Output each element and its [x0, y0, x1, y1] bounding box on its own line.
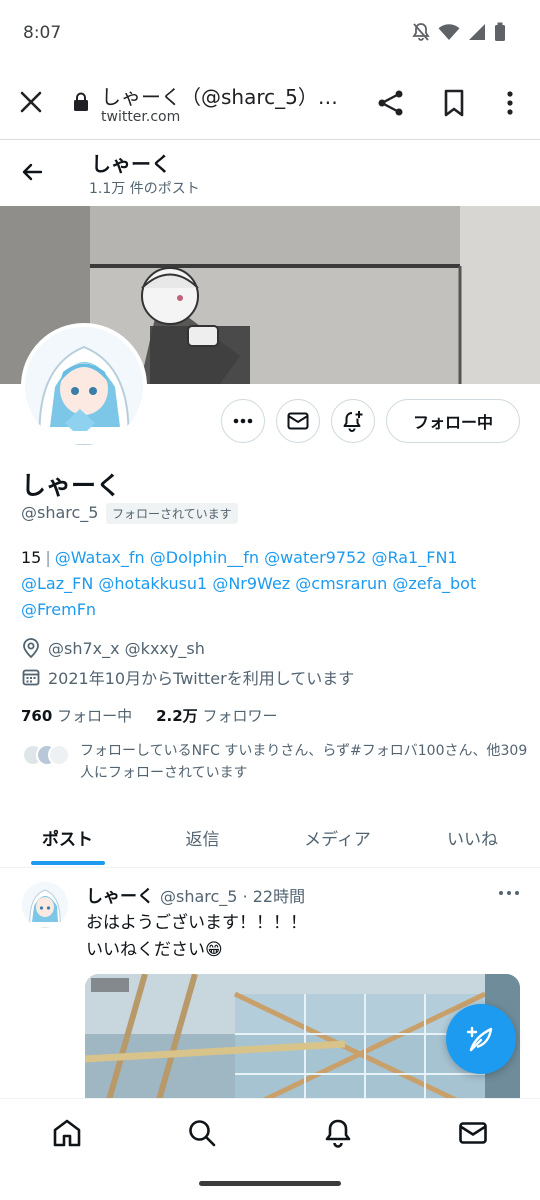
tweet-line: いいねください😁	[86, 940, 223, 960]
close-icon[interactable]	[18, 89, 44, 115]
profile-handle: @sharc_5	[21, 503, 99, 522]
bio-mention[interactable]: @cmsrarun	[295, 574, 387, 593]
status-icons	[412, 22, 506, 42]
bell-plus-icon	[343, 411, 363, 432]
profile-bio: 15 | @Watax_fn @Dolphin__fn @water9752 @Ra…	[21, 545, 526, 623]
back-arrow-icon[interactable]	[20, 160, 44, 184]
signal-icon	[469, 24, 485, 40]
following-count: 760	[21, 707, 53, 725]
tab-media[interactable]: メディア	[270, 808, 405, 867]
followers-label: フォロワー	[202, 707, 278, 725]
mutual-avatar	[48, 744, 70, 766]
post-count: 1.1万 件のポスト	[89, 181, 200, 197]
follows-you-badge: フォローされています	[106, 503, 238, 524]
following-stat[interactable]: 760 フォロー中	[21, 705, 132, 726]
tweet-header: しゃーく @sharc_5 · 22時間	[86, 882, 305, 907]
notify-button[interactable]	[331, 399, 375, 443]
tab-likes[interactable]: いいね	[405, 808, 540, 867]
profile-avatar[interactable]	[21, 323, 147, 449]
gesture-area	[0, 1166, 540, 1200]
tweet-author-name[interactable]: しゃーく	[86, 887, 154, 907]
bio-mention[interactable]: @Dolphin__fn	[150, 548, 259, 567]
gesture-handle[interactable]	[199, 1181, 341, 1186]
profile-location: @sh7x_x @kxxy_sh	[22, 638, 205, 658]
tweet-time: · 22時間	[242, 887, 306, 906]
tweet-more-icon[interactable]	[497, 886, 521, 900]
profile-joined: 2021年10月からTwitterを利用しています	[22, 665, 354, 689]
followers-stat[interactable]: 2.2万 フォロワー	[156, 705, 277, 726]
search-icon[interactable]	[186, 1117, 218, 1149]
page-url: twitter.com	[101, 109, 181, 125]
tab-posts[interactable]: ポスト	[0, 808, 135, 867]
calendar-icon	[22, 669, 40, 686]
avatar-illustration	[25, 327, 143, 445]
bio-mention[interactable]: @hotakkusu1	[98, 574, 207, 593]
custom-tab-toolbar: しゃーく（@sharc_5）… twitter.com	[0, 62, 540, 140]
messages-icon[interactable]	[457, 1117, 489, 1149]
share-icon[interactable]	[377, 89, 405, 117]
bio-prefix: 15	[21, 548, 42, 567]
bio-separator: |	[45, 548, 51, 567]
profile-name: しゃーく	[21, 471, 122, 500]
tweet-author-handle: @sharc_5	[160, 887, 238, 906]
header-name: しゃーく	[91, 152, 171, 176]
status-time: 8:07	[23, 23, 62, 43]
tweet-text: おはようございます！！！！ いいねください😁	[86, 910, 307, 964]
profile-tabs: ポスト 返信 メディア いいね	[0, 808, 540, 868]
followed-by-text: フォローしているNFC すいまりさん、らず#フォロバ100さん、他309人にフォ…	[80, 743, 528, 781]
notifications-off-icon	[412, 23, 430, 41]
bio-mention[interactable]: @Watax_fn	[55, 548, 145, 567]
lock-icon[interactable]	[73, 92, 89, 112]
profile-header: しゃーく 1.1万 件のポスト	[0, 140, 540, 206]
more-options-button[interactable]	[221, 399, 265, 443]
bio-mention[interactable]: @zefa_bot	[392, 574, 476, 593]
bookmark-icon[interactable]	[443, 89, 465, 117]
more-vert-icon[interactable]	[500, 90, 520, 116]
page-title: しゃーく（@sharc_5）…	[101, 85, 338, 109]
battery-icon	[495, 22, 505, 41]
followed-by[interactable]: フォローしているNFC すいまりさん、らず#フォロバ100さん、他309人にフォ…	[22, 740, 527, 784]
mail-icon	[287, 412, 309, 430]
message-button[interactable]	[276, 399, 320, 443]
joined-text: 2021年10月からTwitterを利用しています	[48, 669, 355, 688]
home-icon[interactable]	[51, 1117, 83, 1149]
tab-replies[interactable]: 返信	[135, 808, 270, 867]
profile-stats: 760 フォロー中 2.2万 フォロワー	[21, 705, 277, 726]
followers-count: 2.2万	[156, 707, 198, 725]
bio-mention[interactable]: @Ra1_FN1	[371, 548, 457, 567]
following-button[interactable]: フォロー中	[386, 399, 520, 443]
bottom-nav	[0, 1098, 540, 1166]
tweet-avatar[interactable]	[22, 882, 68, 928]
bio-mention[interactable]: @Laz_FN	[21, 574, 93, 593]
wifi-icon	[438, 24, 460, 40]
bio-mention[interactable]: @water9752	[264, 548, 366, 567]
notifications-icon[interactable]	[322, 1117, 354, 1149]
tweet-line: おはようございます！！！！	[86, 913, 307, 933]
compose-button[interactable]	[446, 1004, 516, 1074]
location-text: @sh7x_x @kxxy_sh	[48, 638, 205, 658]
location-pin-icon	[23, 638, 39, 658]
more-horiz-icon	[233, 418, 253, 424]
compose-feather-icon	[466, 1026, 493, 1052]
following-label: フォロー中	[57, 707, 133, 725]
bio-mention[interactable]: @Nr9Wez	[212, 574, 290, 593]
mutual-avatars	[22, 744, 70, 766]
tweet-avatar-illustration	[22, 882, 68, 928]
bio-mention[interactable]: @FremFn	[21, 600, 96, 619]
status-bar: 8:07	[0, 0, 540, 62]
